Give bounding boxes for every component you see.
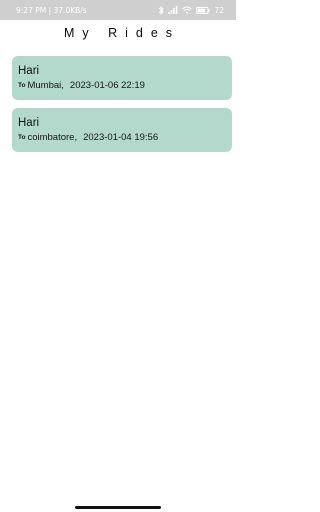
status-time-speed: 9:27 PM | 37.0KB/s xyxy=(16,6,87,15)
home-indicator[interactable] xyxy=(75,506,161,509)
ride-destination-line: To coimbatore, 2023-01-04 19:56 xyxy=(18,132,232,144)
ride-rider-name: Hari xyxy=(18,65,40,77)
ride-rider-name: Hari xyxy=(18,117,40,129)
battery-icon xyxy=(196,6,211,14)
page-title: My Rides xyxy=(63,26,181,40)
battery-percent: 72 xyxy=(214,5,224,15)
ride-datetime: 2023-01-06 22:19 xyxy=(69,80,145,91)
signal-icon xyxy=(168,6,178,14)
status-bar: 9:27 PM | 37.0KB/s 72 xyxy=(0,0,236,20)
ride-card[interactable]: Hari To Mumbai, 2023-01-06 22:19 xyxy=(12,56,232,100)
ride-destination: coimbatore, xyxy=(27,132,78,143)
ride-card[interactable]: Hari To coimbatore, 2023-01-04 19:56 xyxy=(12,108,232,152)
status-icons: 72 xyxy=(158,4,224,16)
ride-list: Hari To Mumbai, 2023-01-06 22:19 Hari To co… xyxy=(12,56,232,160)
ride-destination: Mumbai, xyxy=(27,80,64,91)
ride-datetime: 2023-01-04 19:56 xyxy=(83,132,159,143)
wifi-icon xyxy=(182,6,193,14)
to-label: To xyxy=(18,134,26,141)
ride-destination-line: To Mumbai, 2023-01-06 22:19 xyxy=(18,80,232,92)
bluetooth-icon xyxy=(158,5,165,15)
to-label: To xyxy=(18,82,26,89)
